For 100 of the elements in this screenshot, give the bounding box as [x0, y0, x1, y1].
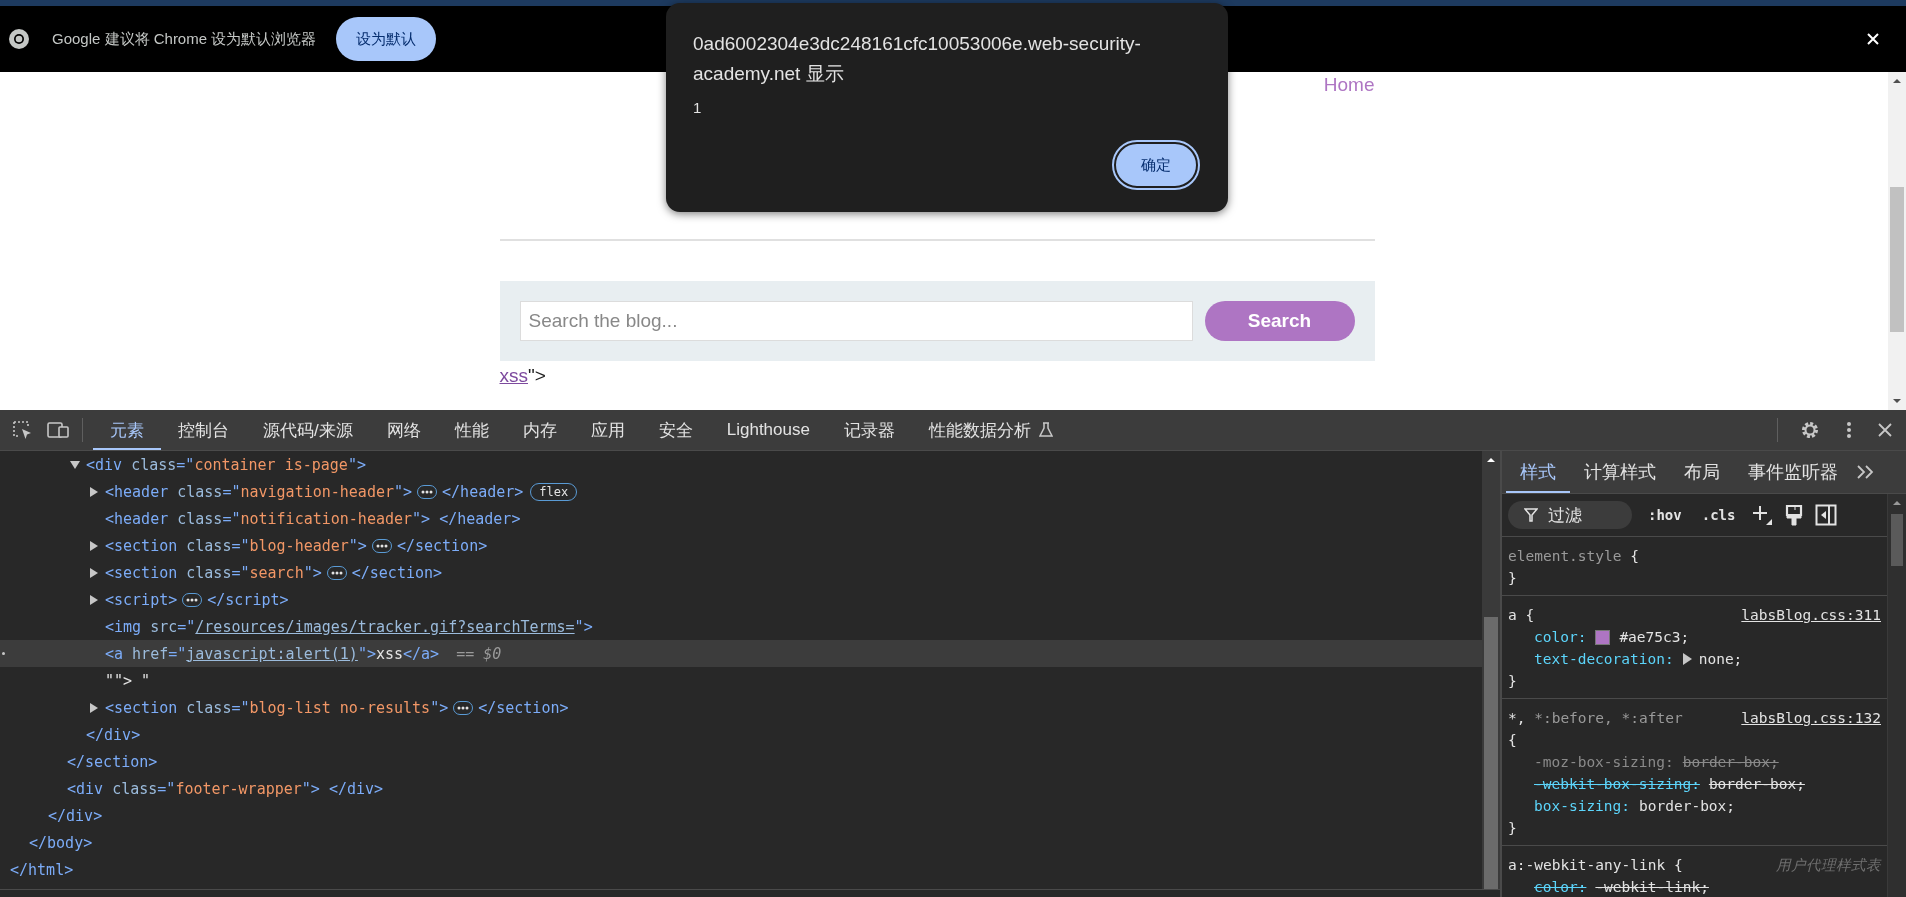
ellipsis-icon[interactable]: [453, 700, 474, 715]
property-value: #ae75c3;: [1619, 628, 1690, 647]
caret-icon[interactable]: [89, 702, 99, 713]
devtools-tab[interactable]: 安全: [641, 410, 710, 450]
property-value: border-box;: [1639, 797, 1736, 816]
toggle-button[interactable]: .cls: [1697, 507, 1740, 523]
row-highlight[interactable]: <a href="javascript:alert(1)">xss</a> == $0: [0, 640, 1482, 667]
devtools-tab[interactable]: 内存: [505, 410, 574, 450]
set-default-button[interactable]: 设为默认: [336, 17, 437, 61]
scrollbar-thumb[interactable]: [1890, 187, 1904, 332]
code-text: </html>: [10, 860, 74, 879]
property-value: border-box;: [1682, 753, 1779, 772]
code-text: <section class="blog-header">: [105, 536, 367, 555]
color-swatch[interactable]: [1595, 629, 1611, 645]
scrollbar-thumb[interactable]: [1484, 617, 1498, 889]
add-rule-icon[interactable]: [1751, 504, 1774, 526]
devtools-tab[interactable]: 元素: [93, 410, 161, 450]
caret-icon[interactable]: [89, 594, 99, 605]
scrollbar-thumb[interactable]: [1891, 514, 1903, 566]
ellipsis-icon[interactable]: [182, 592, 203, 607]
code-text: <img src="/resources/images/tracker.gif?searchTerms=">: [105, 617, 593, 636]
code-text: </body>: [29, 833, 93, 852]
property-name: color:: [1534, 878, 1587, 897]
device-toggle-icon[interactable]: [46, 420, 70, 440]
ellipsis-icon[interactable]: [326, 565, 347, 580]
scroll-up-icon[interactable]: [1892, 78, 1902, 84]
styles-tab[interactable]: 布局: [1670, 451, 1734, 493]
ok-button[interactable]: 确定: [1114, 142, 1198, 188]
ellipsis-icon[interactable]: [417, 484, 438, 499]
property-name: color:: [1534, 628, 1587, 647]
dialog-title: 0ad6002304e3dc248161cfc10053006e.web-security-academy.net 显示: [693, 32, 1142, 86]
devtools-tab[interactable]: 性能: [437, 410, 506, 450]
ellipsis-icon[interactable]: [371, 538, 392, 553]
code-text: <script>: [105, 590, 178, 609]
more-tabs-chevron-icon[interactable]: [1856, 464, 1876, 480]
code-text: </section>: [396, 536, 488, 555]
more-options-icon[interactable]: [1846, 421, 1852, 439]
infobar-message: Google 建议将 Chrome 设为默认浏览器: [52, 29, 317, 49]
caret-icon[interactable]: [89, 486, 99, 497]
scroll-down-icon[interactable]: [1892, 398, 1902, 404]
property-name: -moz-box-sizing:: [1534, 753, 1674, 772]
scrollbar[interactable]: [1482, 451, 1500, 889]
filter-field[interactable]: 过滤: [1508, 501, 1632, 529]
devtools-tab[interactable]: 控制台: [161, 410, 246, 450]
result-text: ">: [528, 365, 546, 387]
devtools-tab[interactable]: 记录器: [826, 410, 912, 450]
flask-icon: [1038, 422, 1053, 438]
styles-tab[interactable]: 事件监听器: [1734, 451, 1852, 493]
devtools-tab[interactable]: 源代码/来源: [246, 410, 370, 450]
close-icon[interactable]: [1878, 423, 1892, 437]
css-selector: element.style {: [1508, 547, 1639, 566]
code-text: </script>: [207, 590, 289, 609]
property-value: none;: [1698, 650, 1743, 669]
stylesheet-origin: 用户代理样式表: [1776, 856, 1881, 875]
scroll-up-icon[interactable]: [1892, 500, 1902, 506]
css-brace: }: [1508, 819, 1518, 838]
caret-icon[interactable]: [89, 567, 99, 578]
code-text: </header>: [442, 482, 524, 501]
settings-icon[interactable]: [1800, 420, 1820, 440]
node-reference: == $0: [456, 644, 502, 663]
code-text: <section class="blog-list no-results">: [105, 698, 449, 717]
css-brace: }: [1508, 569, 1518, 588]
code-text: <section class="search">: [105, 563, 322, 582]
row-marker-icon: [2, 652, 5, 655]
property-name: -webkit-box-sizing:: [1534, 775, 1700, 794]
scrollbar[interactable]: [1888, 72, 1906, 410]
code-text: </section>: [67, 752, 158, 771]
result-link[interactable]: xss: [499, 365, 528, 387]
code-text: </section>: [351, 563, 443, 582]
devtools-tab[interactable]: Lighthouse: [709, 410, 827, 450]
code-text: <div class="container is-page">: [86, 455, 366, 474]
styles-tab[interactable]: 计算样式: [1570, 451, 1670, 493]
home-link[interactable]: Home: [1323, 74, 1375, 98]
code-text: </section>: [478, 698, 569, 717]
caret-icon[interactable]: [89, 540, 99, 551]
css-brace: {: [1508, 731, 1518, 750]
source-link[interactable]: labsBlog.css:311: [1741, 604, 1881, 626]
code-text: <a href="javascript:alert(1)">xss</a>: [105, 644, 440, 663]
scroll-up-icon[interactable]: [1486, 457, 1496, 463]
source-link[interactable]: labsBlog.css:132: [1741, 707, 1881, 729]
css-selector: *, *:before, *:after: [1508, 709, 1683, 728]
search-field[interactable]: Search the blog...: [519, 301, 1193, 341]
caret-icon[interactable]: [70, 459, 80, 470]
devtools-tab[interactable]: 应用: [573, 410, 642, 450]
toggle-button[interactable]: :hov: [1644, 507, 1686, 523]
code-text: </div>: [86, 725, 141, 744]
property-name: text-decoration:: [1534, 650, 1674, 669]
devtools-tab[interactable]: 性能数据分析: [911, 410, 1070, 450]
code-text: <div class="footer-wrapper"> </div>: [67, 779, 384, 798]
expand-arrow-icon[interactable]: [1682, 653, 1692, 665]
filter-icon: [1524, 508, 1538, 522]
paint-brush-icon[interactable]: [1785, 504, 1804, 526]
devtools-tab[interactable]: 网络: [369, 410, 438, 450]
property-value: -webkit-link;: [1595, 878, 1709, 897]
dialog-message: 1: [693, 99, 703, 116]
sidebar-toggle-icon[interactable]: [1815, 504, 1838, 526]
css-selector: a:-webkit-any-link {: [1508, 856, 1683, 875]
css-brace: }: [1508, 672, 1518, 691]
scrollbar[interactable]: [1887, 494, 1906, 897]
styles-tab[interactable]: 样式: [1506, 451, 1570, 493]
